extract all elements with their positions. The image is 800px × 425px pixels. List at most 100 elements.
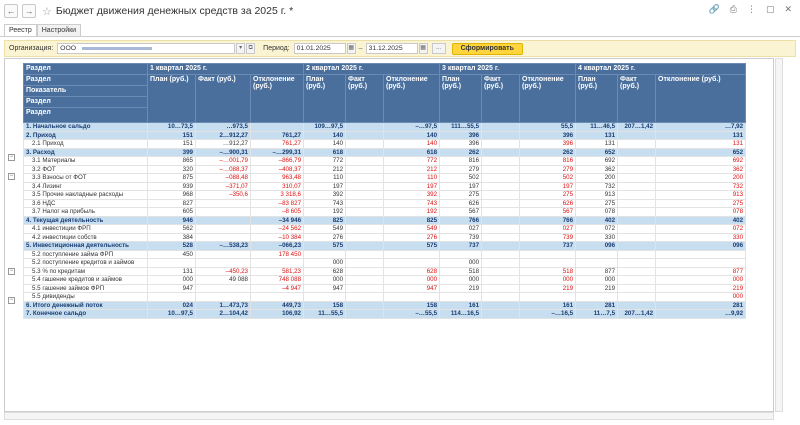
row-value	[617, 292, 657, 302]
period-select-button[interactable]: ...	[431, 43, 446, 54]
row-value	[481, 292, 521, 302]
table-row[interactable]: 4.1 инвестиции ФРП 562 –24 562 549 549 027 027…	[23, 224, 747, 234]
row-value	[481, 173, 521, 183]
date-to-field[interactable]: 31.12.2025	[365, 43, 418, 54]
collapse-toggle-icon[interactable]: −	[8, 268, 15, 275]
table-body: 1. Начальное сальдо 10…73,5 …973,5 109…97,5…	[23, 122, 747, 319]
row-label: 2.1 Приход	[23, 139, 148, 149]
row-value: 281	[575, 300, 619, 310]
row-value: 024	[147, 300, 196, 310]
row-value: 131	[147, 266, 196, 276]
row-value	[345, 139, 385, 149]
vertical-scrollbar[interactable]	[775, 58, 783, 412]
forward-arrow-icon[interactable]: →	[22, 4, 36, 18]
row-value: 946	[147, 215, 196, 225]
row-value: 766	[439, 215, 483, 225]
table-row[interactable]: 3.1 Материалы 865 –…001,79 –866,79 772 772 816…	[23, 156, 747, 166]
collapse-toggle-icon[interactable]: −	[8, 296, 15, 304]
table-row[interactable]: 7. Конечное сальдо 10…97,5 2…104,42 106,92 1…	[23, 309, 747, 319]
table-row[interactable]: 5.5 гашение займов ФРП 947 –4 947 947 947 219…	[23, 283, 747, 293]
generate-button[interactable]: Сформировать	[451, 42, 523, 55]
link-icon[interactable]: 🔗	[709, 4, 720, 15]
table-row[interactable]: 5. Инвестиционная деятельность 528 –…538,2…	[23, 241, 747, 251]
row-value: –…900,31	[195, 147, 251, 157]
row-value: 652	[655, 147, 747, 157]
table-row[interactable]: 1. Начальное сальдо 10…73,5 …973,5 109…97,5…	[23, 122, 747, 132]
table-row[interactable]: 3.5 Прочие накладные расходы 968 –350,6 3 3…	[23, 190, 747, 200]
row-value: 197	[383, 181, 441, 191]
row-value	[617, 207, 657, 217]
row-value: 743	[303, 198, 347, 208]
row-value	[195, 249, 251, 259]
dropdown-icon[interactable]: ▾	[236, 43, 246, 54]
table-row[interactable]: 4. Текущая деятельность 946 –34 946 825 825 7…	[23, 215, 747, 225]
tab-registry[interactable]: Реестр	[4, 24, 37, 36]
row-value	[655, 249, 747, 259]
row-value	[345, 309, 385, 319]
back-arrow-icon[interactable]: ←	[4, 4, 18, 18]
table-row[interactable]: 5.3 % по кредитам 131 –450,23 581,23 628 628 5…	[23, 266, 747, 276]
print-icon[interactable]: ⎙	[730, 4, 737, 15]
window-title-text: Бюджет движения денежных средств за 2025…	[55, 5, 287, 17]
header-deviation: Отклонение (руб.)	[383, 74, 441, 123]
row-value	[345, 130, 385, 140]
tab-settings[interactable]: Настройки	[36, 24, 82, 36]
row-value: 072	[575, 224, 619, 234]
row-value: 3 318,6	[249, 190, 305, 200]
row-value: 628	[303, 266, 347, 276]
row-value	[481, 283, 521, 293]
tab-divider	[0, 36, 800, 37]
row-value: 772	[383, 156, 441, 166]
table-row[interactable]: 3.4 Лизинг 939 –371,07 310,07 197 197 197 197 73…	[23, 181, 747, 191]
row-value: 078	[655, 207, 747, 217]
collapse-toggle-icon[interactable]: −	[8, 173, 15, 180]
row-value: 399	[147, 147, 196, 157]
row-value: 947	[303, 283, 347, 293]
table-row[interactable]: 3.2 ФОТ 320 –…088,37 –408,37 212 212 279 279 362…	[23, 164, 747, 174]
table-row[interactable]: 5.2 поступление кредитов и займов 000 000	[23, 258, 747, 268]
row-value: 825	[303, 215, 347, 225]
row-value	[481, 215, 521, 225]
row-value: 106,92	[249, 309, 305, 319]
row-value	[345, 207, 385, 217]
organization-field[interactable]: ООО	[57, 43, 236, 54]
row-value	[575, 249, 619, 259]
row-label: 2. Приход	[23, 130, 148, 140]
date-from-field[interactable]: 01.01.2025	[293, 43, 346, 54]
table-row[interactable]: 4.2 инвестиции собств 384 –10 384 276 276 739…	[23, 232, 747, 242]
close-icon[interactable]: ✕	[784, 4, 792, 15]
row-value	[345, 181, 385, 191]
row-value	[195, 232, 251, 242]
table-row[interactable]: 3. Расход 399 –…900,31 –…299,31 618 618 262 262…	[23, 147, 747, 157]
table-row[interactable]: 3.6 НДС 827 –83 827 743 743 626 626 275 275	[23, 198, 747, 208]
row-value	[147, 258, 196, 268]
row-value: 816	[439, 156, 483, 166]
calendar-from-icon[interactable]: ▦	[346, 43, 356, 54]
row-value: 281	[655, 300, 747, 310]
row-value: 000	[383, 275, 441, 285]
table-row[interactable]: 6. Итого денежный поток 024 1…473,73 449,73…	[23, 300, 747, 310]
table-row[interactable]: 5.5 дивиденды 000	[23, 292, 747, 302]
filter-panel: Организация: ООО ▾ ⧉ Период: 01.01.2025 …	[4, 40, 796, 57]
header-deviation: Отклонение (руб.)	[655, 74, 747, 123]
row-value	[617, 275, 657, 285]
row-value: 276	[303, 232, 347, 242]
table-row[interactable]: 3.7 Налог на прибыль 605 –8 605 192 192 567 56…	[23, 207, 747, 217]
favorite-star-icon[interactable]: ☆	[42, 5, 52, 18]
row-value: 913	[655, 190, 747, 200]
maximize-icon[interactable]: ▢	[766, 4, 775, 15]
row-value	[575, 258, 619, 268]
table-row[interactable]: 5.2 поступление займа ФРП 450 178 450	[23, 249, 747, 259]
row-value: 739	[439, 232, 483, 242]
collapse-toggle-icon[interactable]: −	[8, 154, 15, 161]
horizontal-scrollbar[interactable]	[4, 412, 774, 420]
row-value: –…088,37	[195, 164, 251, 174]
table-row[interactable]: 3.3 Взносы от ФОТ 875 –088,48 963,48 110 110 5…	[23, 173, 747, 183]
more-icon[interactable]: ⋮	[747, 4, 756, 15]
open-icon[interactable]: ⧉	[246, 43, 256, 54]
table-row[interactable]: 2.1 Приход 151 …912,27 761,27 140 140 396 396 13…	[23, 139, 747, 149]
calendar-to-icon[interactable]: ▦	[418, 43, 428, 54]
table-row[interactable]: 5.4 гашение кредитов и займов 000 49 088 74…	[23, 275, 747, 285]
table-row[interactable]: 2. Приход 151 2…912,27 761,27 140 140 396 396 13…	[23, 130, 747, 140]
row-value: 692	[655, 156, 747, 166]
